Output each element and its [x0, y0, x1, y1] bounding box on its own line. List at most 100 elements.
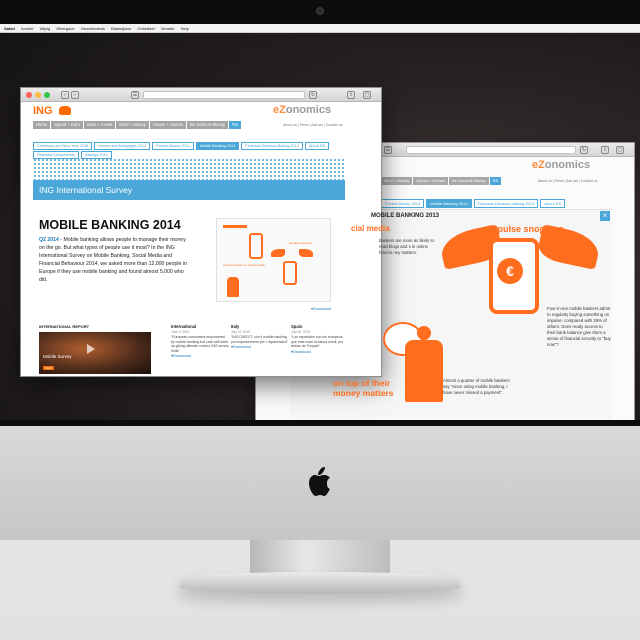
download-link[interactable]: Download	[171, 353, 229, 358]
infographic-thumbnail[interactable]: well connected on social media impulse s…	[216, 218, 331, 302]
wing-icon	[271, 249, 285, 257]
close-icon[interactable]: ×	[600, 211, 610, 221]
menu-bladwijzers[interactable]: Bladwijzers	[111, 26, 131, 31]
column-date: June 3, 2014	[171, 330, 190, 334]
apple-logo-icon	[309, 467, 330, 496]
menu-ontwikkel[interactable]: Ontwikkel	[137, 26, 154, 31]
infographic-text-impulse: impulse shoppers	[289, 241, 313, 245]
tab-mobile-banking[interactable]: Mobile Banking 2014	[195, 142, 240, 150]
lead-text: - Mobile banking allows people to manage…	[39, 237, 187, 283]
back-address-bar[interactable]	[406, 146, 576, 154]
tab-pocket-money[interactable]: Pocket Money 2014	[381, 199, 425, 208]
column-heading: Spain	[291, 324, 303, 329]
menu-help[interactable]: Help	[181, 26, 189, 31]
imac-bezel: Safari Archief Wijzig Weergave Geschiede…	[0, 0, 640, 426]
camera	[316, 7, 324, 15]
column-date: July 06, 2015	[291, 330, 310, 334]
press-column-italy: Italy July 10, 2015 "ING DIRECT: con il …	[231, 324, 289, 349]
tab-mobile-banking[interactable]: Mobile Banking 2014	[426, 199, 472, 208]
column-heading: Italy	[231, 324, 240, 329]
page-title: MOBILE BANKING 2014	[39, 218, 181, 232]
nav-save-invest[interactable]: Save + Invest	[83, 121, 116, 129]
ezonomics-logo[interactable]: eZonomics	[532, 159, 590, 171]
nav-be-good[interactable]: Be Good At Money	[449, 177, 489, 185]
world-map-graphic	[33, 158, 345, 180]
person-icon	[227, 277, 239, 297]
screen: Safari Archief Wijzig Weergave Geschiede…	[0, 24, 640, 420]
nav-spend-earn[interactable]: Spend + Earn	[51, 121, 83, 129]
video-badge: NEW	[43, 366, 54, 370]
infographic-bar	[223, 225, 247, 228]
column-date: July 10, 2015	[231, 330, 250, 334]
download-link[interactable]: Download	[231, 344, 289, 349]
lead-paragraph: Q2 2014 - Mobile banking allows people t…	[39, 236, 191, 284]
nav-be-good[interactable]: Be Good At Money	[186, 121, 229, 129]
ing-lion-icon	[59, 106, 71, 115]
infographic-text-social: well connected on social media	[223, 263, 265, 267]
address-bar[interactable]	[143, 91, 305, 99]
video-player[interactable]	[39, 332, 151, 374]
nav-mind-money[interactable]: Mind + Money	[381, 177, 413, 185]
download-link[interactable]: Download	[291, 349, 349, 354]
back-survey-tabs: Pocket Money 2014 Mobile Banking 2014 Fi…	[381, 199, 567, 208]
ing-logo[interactable]: ING	[33, 105, 53, 117]
tab-about-rs[interactable]: About RS	[304, 142, 330, 150]
util-links[interactable]: About us | Press | Ask Ian | Contact us	[283, 123, 343, 127]
tabs-icon[interactable]: ▢	[616, 146, 624, 154]
reader-icon[interactable]: ☰	[131, 91, 139, 99]
menu-weergave[interactable]: Weergave	[56, 26, 74, 31]
imac-stand-base	[180, 572, 460, 594]
play-icon[interactable]	[87, 344, 95, 354]
tab-homes-mortgages[interactable]: Homes and Mortgages 2014	[94, 142, 151, 150]
survey-banner: ING International Survey	[33, 180, 345, 200]
menu-venster[interactable]: Venster	[161, 26, 175, 31]
nav-rs[interactable]: RS	[489, 177, 502, 185]
main-nav: Home Spend + Earn Save + Invest Mind + M…	[33, 121, 242, 129]
press-column-international: International June 3, 2014 "European con…	[171, 324, 229, 358]
tab-about-rs[interactable]: About RS	[540, 199, 566, 208]
scene: Safari Archief Wijzig Weergave Geschiede…	[0, 0, 640, 640]
mac-menubar: Safari Archief Wijzig Weergave Geschiede…	[0, 24, 640, 33]
share-icon[interactable]: ⇪	[347, 91, 355, 99]
column-text: "Los españoles con los europeos que más …	[291, 335, 344, 349]
menu-geschiedenis[interactable]: Geschiedenis	[81, 26, 105, 31]
ezonomics-logo[interactable]: eZonomics	[273, 104, 331, 116]
reload-icon[interactable]: ↻	[309, 91, 317, 99]
column-text: "ING DIRECT: con il mobile banking più e…	[231, 335, 289, 344]
phone-icon	[283, 261, 297, 285]
wing-icon	[299, 249, 313, 257]
phone-icon	[249, 233, 263, 259]
nav-house-homes[interactable]: House + Homes	[149, 121, 186, 129]
tab-financial-decision[interactable]: Financial Decision Making 2014	[473, 199, 539, 208]
nav-house-homes[interactable]: House + Homes	[413, 177, 449, 185]
close-window-button[interactable]	[26, 92, 32, 98]
zoom-window-button[interactable]	[44, 92, 50, 98]
menu-archief[interactable]: Archief	[21, 26, 33, 31]
report-title: INTERNATIONAL REPORT	[39, 324, 90, 329]
share-icon[interactable]: ⇪	[601, 146, 609, 154]
nav-mind-money[interactable]: Mind + Money	[116, 121, 149, 129]
back-icon[interactable]: ‹	[61, 91, 69, 99]
menu-wijzig[interactable]: Wijzig	[40, 26, 51, 31]
minimize-window-button[interactable]	[35, 92, 41, 98]
press-column-spain: Spain July 06, 2015 "Los españoles con l…	[291, 324, 349, 354]
download-link-infographic[interactable]: Download	[311, 306, 331, 311]
menu-safari[interactable]: Safari	[4, 26, 15, 31]
column-text: "European consumers empowered by mobile …	[171, 335, 229, 353]
back-util-links[interactable]: About us | Press | Ask Ian | Contact us	[538, 179, 598, 183]
nav-home[interactable]: Home	[33, 121, 51, 129]
tabs-icon[interactable]: ▢	[363, 91, 371, 99]
tab-christmas[interactable]: Christmas and New Year 2015	[33, 142, 93, 150]
nav-rs[interactable]: RS	[229, 121, 241, 129]
column-heading: International	[171, 324, 197, 329]
tab-pocket-money[interactable]: Pocket Money 2014	[152, 142, 194, 150]
lead-label: Q2 2014	[39, 237, 59, 243]
reload-icon[interactable]: ↻	[580, 146, 588, 154]
video-title: Mobile Survey	[43, 354, 72, 359]
reader-icon[interactable]: ☰	[384, 146, 392, 154]
tab-financial-decision[interactable]: Financial Decision Making 2014	[241, 142, 303, 150]
forward-icon[interactable]: ›	[71, 91, 79, 99]
browser-window-front[interactable]: ‹ › ☰ ↻ ⇪ ▢ ING eZonomics Home Spend + E…	[20, 87, 382, 377]
back-main-nav: Mind + Money House + Homes Be Good At Mo…	[381, 177, 502, 185]
front-toolbar: ‹ › ☰ ↻ ⇪ ▢	[21, 88, 381, 102]
